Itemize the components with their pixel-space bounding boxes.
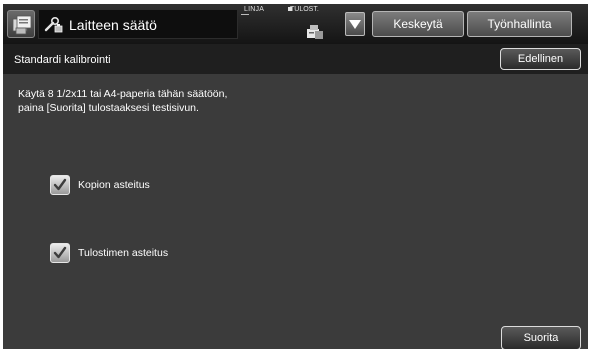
checkmark-icon bbox=[53, 246, 67, 259]
status-dropdown-button[interactable] bbox=[345, 12, 365, 36]
line-status-indicator bbox=[241, 14, 249, 15]
copy-gradation-label: Kopion asteitus bbox=[78, 179, 150, 191]
mode-title: Laitteen säätö bbox=[69, 17, 157, 33]
copy-gradation-checkbox[interactable] bbox=[50, 175, 70, 195]
instruction-text: Käytä 8 1/2x11 tai A4-paperia tähän säät… bbox=[18, 87, 418, 115]
adjustment-tools-icon bbox=[44, 16, 63, 33]
page-title: Standardi kalibrointi bbox=[14, 54, 111, 66]
printer-gradation-checkbox[interactable] bbox=[50, 243, 70, 263]
execute-button[interactable]: Suorita bbox=[501, 326, 581, 349]
job-status-button[interactable]: Työnhallinta bbox=[467, 11, 572, 37]
line-status-label: LINJA bbox=[244, 6, 265, 13]
pause-button[interactable]: Keskeytä bbox=[372, 11, 464, 37]
copier-menu-icon bbox=[12, 15, 32, 35]
triangle-down-icon bbox=[349, 20, 361, 29]
printer-gradation-label: Tulostimen asteitus bbox=[78, 247, 169, 259]
top-bar: Laitteen säätö LINJA TULOST. Keskeytä Ty… bbox=[3, 4, 588, 44]
back-button[interactable]: Edellinen bbox=[500, 48, 581, 70]
print-status-label: TULOST. bbox=[290, 6, 319, 13]
copier-menu-button[interactable] bbox=[7, 10, 35, 38]
checkmark-icon bbox=[53, 178, 67, 191]
instruction-line-2: paina [Suorita] tulostaaksesi testisivun… bbox=[18, 102, 199, 114]
screen-frame: Laitteen säätö LINJA TULOST. Keskeytä Ty… bbox=[3, 4, 588, 349]
printer-status-icon bbox=[307, 25, 323, 39]
subheader-bar: Standardi kalibrointi Edellinen bbox=[3, 44, 588, 74]
instruction-line-1: Käytä 8 1/2x11 tai A4-paperia tähän säät… bbox=[18, 88, 228, 100]
mode-title-box: Laitteen säätö bbox=[38, 9, 238, 39]
